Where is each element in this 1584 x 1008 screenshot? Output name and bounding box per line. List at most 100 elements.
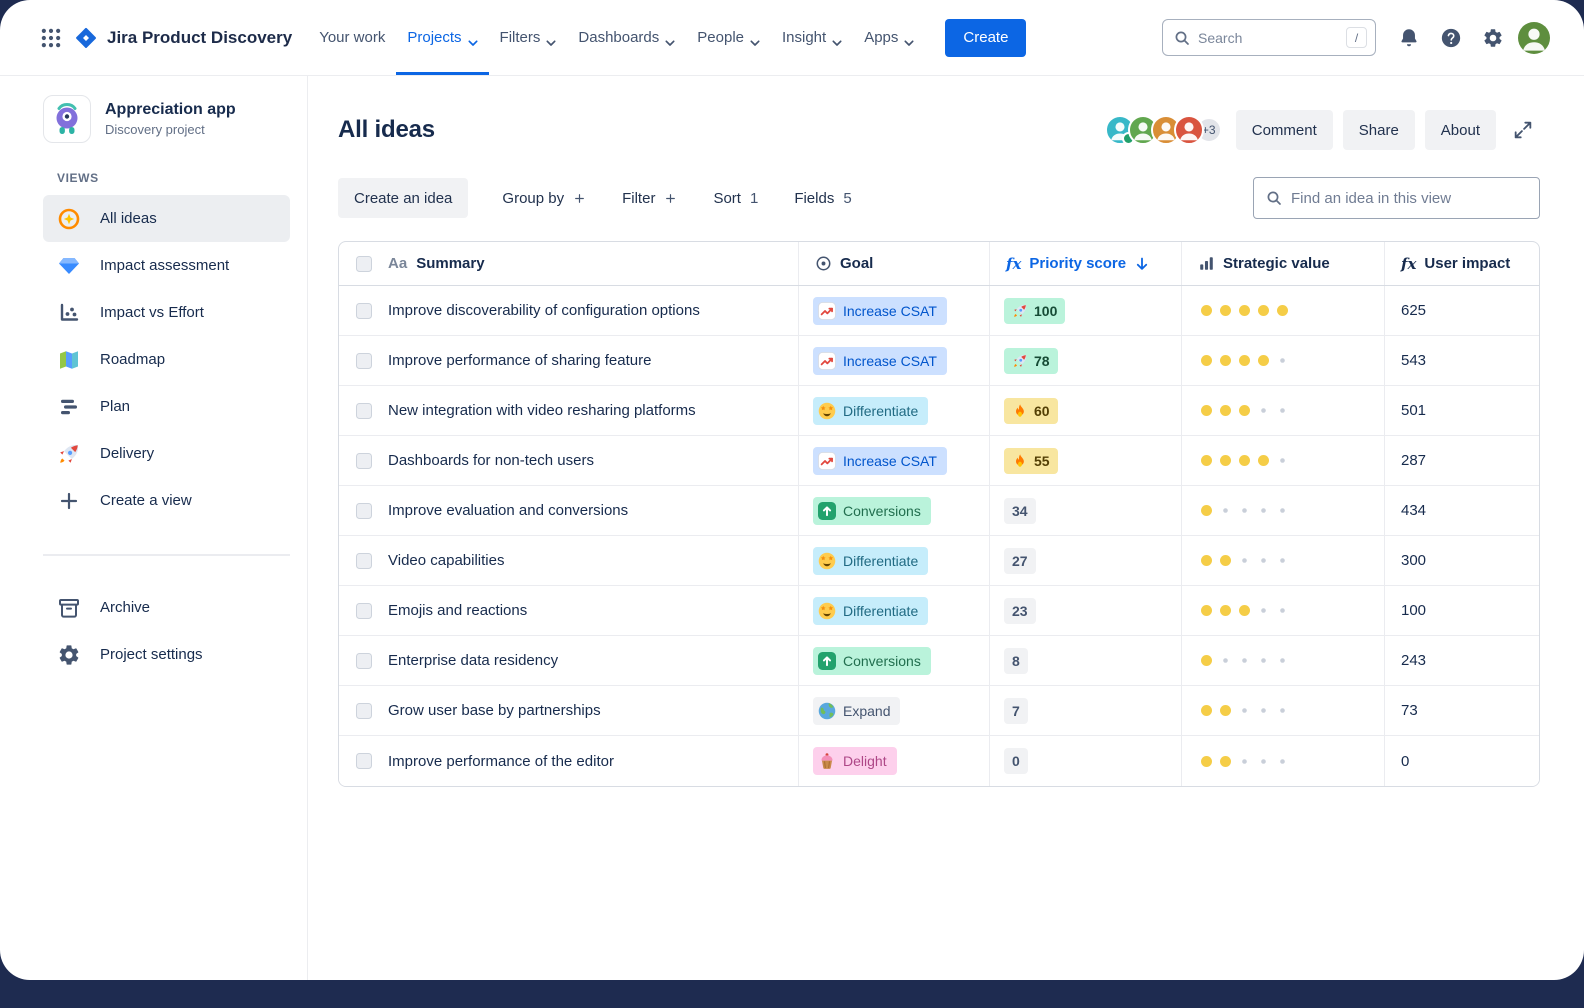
- sidebar-item-create-a-view[interactable]: Create a view: [43, 477, 290, 524]
- help-button[interactable]: [1434, 21, 1468, 55]
- row-checkbox[interactable]: [356, 553, 372, 569]
- idea-summary[interactable]: Grow user base by partnerships: [388, 702, 601, 719]
- table-row[interactable]: Enterprise data residency Conversions8 243: [339, 636, 1539, 686]
- fullscreen-button[interactable]: [1506, 113, 1540, 147]
- priority-score-cell[interactable]: 27: [989, 536, 1181, 585]
- avatar-group[interactable]: +3: [1105, 115, 1222, 145]
- user-impact-cell[interactable]: 501: [1384, 386, 1539, 435]
- create-button[interactable]: Create: [945, 19, 1026, 57]
- user-impact-cell[interactable]: 0: [1384, 736, 1539, 786]
- sidebar-item-project-settings[interactable]: Project settings: [43, 631, 290, 678]
- sidebar-item-delivery[interactable]: Delivery: [43, 430, 290, 477]
- goal-cell[interactable]: Delight: [798, 736, 989, 786]
- idea-summary[interactable]: Improve evaluation and conversions: [388, 502, 628, 519]
- strategic-value-cell[interactable]: [1181, 436, 1384, 485]
- table-row[interactable]: Improve performance of sharing feature In…: [339, 336, 1539, 386]
- priority-score-cell[interactable]: 78: [989, 336, 1181, 385]
- select-all-checkbox[interactable]: [356, 256, 372, 272]
- goal-cell[interactable]: Increase CSAT: [798, 336, 989, 385]
- column-header-summary[interactable]: Aa Summary: [339, 242, 798, 285]
- sidebar-item-plan[interactable]: Plan: [43, 383, 290, 430]
- strategic-value-cell[interactable]: [1181, 486, 1384, 535]
- row-checkbox[interactable]: [356, 703, 372, 719]
- idea-summary[interactable]: Improve discoverability of configuration…: [388, 302, 700, 319]
- strategic-value-cell[interactable]: [1181, 386, 1384, 435]
- idea-summary[interactable]: Enterprise data residency: [388, 652, 558, 669]
- nav-item-insight[interactable]: Insight: [771, 0, 853, 75]
- priority-score-cell[interactable]: 60: [989, 386, 1181, 435]
- column-header-strategic-value[interactable]: Strategic value: [1181, 242, 1384, 285]
- goal-cell[interactable]: Differentiate: [798, 386, 989, 435]
- row-checkbox[interactable]: [356, 303, 372, 319]
- goal-cell[interactable]: Expand: [798, 686, 989, 735]
- priority-score-cell[interactable]: 34: [989, 486, 1181, 535]
- strategic-value-cell[interactable]: [1181, 336, 1384, 385]
- row-checkbox[interactable]: [356, 403, 372, 419]
- table-row[interactable]: Improve discoverability of configuration…: [339, 286, 1539, 336]
- nav-item-people[interactable]: People: [686, 0, 771, 75]
- row-checkbox[interactable]: [356, 753, 372, 769]
- table-row[interactable]: Video capabilities Differentiate27 300: [339, 536, 1539, 586]
- user-impact-cell[interactable]: 300: [1384, 536, 1539, 585]
- goal-cell[interactable]: Differentiate: [798, 536, 989, 585]
- priority-score-cell[interactable]: 8: [989, 636, 1181, 685]
- idea-summary[interactable]: New integration with video resharing pla…: [388, 402, 696, 419]
- sidebar-item-all-ideas[interactable]: All ideas: [43, 195, 290, 242]
- about-button[interactable]: About: [1425, 110, 1496, 150]
- column-header-goal[interactable]: Goal: [798, 242, 989, 285]
- goal-cell[interactable]: Increase CSAT: [798, 436, 989, 485]
- row-checkbox[interactable]: [356, 653, 372, 669]
- table-row[interactable]: Improve performance of the editor Delight…: [339, 736, 1539, 786]
- idea-summary[interactable]: Emojis and reactions: [388, 602, 527, 619]
- strategic-value-cell[interactable]: [1181, 586, 1384, 635]
- goal-cell[interactable]: Conversions: [798, 486, 989, 535]
- table-row[interactable]: Improve evaluation and conversions Conver…: [339, 486, 1539, 536]
- goal-cell[interactable]: Differentiate: [798, 586, 989, 635]
- row-checkbox[interactable]: [356, 503, 372, 519]
- nav-item-your-work[interactable]: Your work: [308, 0, 396, 75]
- share-button[interactable]: Share: [1343, 110, 1415, 150]
- group-by-button[interactable]: Group by: [498, 190, 590, 207]
- goal-cell[interactable]: Conversions: [798, 636, 989, 685]
- fields-button[interactable]: Fields 5: [790, 190, 855, 207]
- idea-summary[interactable]: Video capabilities: [388, 552, 504, 569]
- user-impact-cell[interactable]: 625: [1384, 286, 1539, 335]
- table-row[interactable]: Grow user base by partnershipsExpand773: [339, 686, 1539, 736]
- table-row[interactable]: Emojis and reactions Differentiate23 100: [339, 586, 1539, 636]
- filter-button[interactable]: Filter: [618, 190, 681, 207]
- user-avatar[interactable]: [1518, 22, 1550, 54]
- settings-button[interactable]: [1476, 21, 1510, 55]
- priority-score-cell[interactable]: 0: [989, 736, 1181, 786]
- table-row[interactable]: Dashboards for non-tech users Increase CS…: [339, 436, 1539, 486]
- strategic-value-cell[interactable]: [1181, 286, 1384, 335]
- app-switcher-button[interactable]: [34, 21, 68, 55]
- user-impact-cell[interactable]: 100: [1384, 586, 1539, 635]
- sidebar-item-roadmap[interactable]: Roadmap: [43, 336, 290, 383]
- user-impact-cell[interactable]: 434: [1384, 486, 1539, 535]
- strategic-value-cell[interactable]: [1181, 686, 1384, 735]
- nav-item-filters[interactable]: Filters: [489, 0, 568, 75]
- notifications-button[interactable]: [1392, 21, 1426, 55]
- idea-summary[interactable]: Improve performance of the editor: [388, 753, 614, 770]
- sidebar-item-impact-vs-effort[interactable]: Impact vs Effort: [43, 289, 290, 336]
- row-checkbox[interactable]: [356, 603, 372, 619]
- strategic-value-cell[interactable]: [1181, 736, 1384, 786]
- priority-score-cell[interactable]: 23: [989, 586, 1181, 635]
- create-idea-button[interactable]: Create an idea: [338, 178, 468, 218]
- idea-summary[interactable]: Improve performance of sharing feature: [388, 352, 651, 369]
- strategic-value-cell[interactable]: [1181, 536, 1384, 585]
- row-checkbox[interactable]: [356, 453, 372, 469]
- column-header-user-impact[interactable]: fx User impact: [1384, 242, 1539, 285]
- comment-button[interactable]: Comment: [1236, 110, 1333, 150]
- sort-button[interactable]: Sort 1: [709, 190, 762, 207]
- user-impact-cell[interactable]: 543: [1384, 336, 1539, 385]
- brand[interactable]: Jira Product Discovery: [74, 26, 292, 50]
- priority-score-cell[interactable]: 55: [989, 436, 1181, 485]
- strategic-value-cell[interactable]: [1181, 636, 1384, 685]
- user-impact-cell[interactable]: 243: [1384, 636, 1539, 685]
- column-header-priority-score[interactable]: fx Priority score: [989, 242, 1181, 285]
- nav-item-apps[interactable]: Apps: [853, 0, 925, 75]
- find-idea-input[interactable]: [1291, 190, 1527, 207]
- idea-summary[interactable]: Dashboards for non-tech users: [388, 452, 594, 469]
- global-search[interactable]: /: [1162, 19, 1376, 56]
